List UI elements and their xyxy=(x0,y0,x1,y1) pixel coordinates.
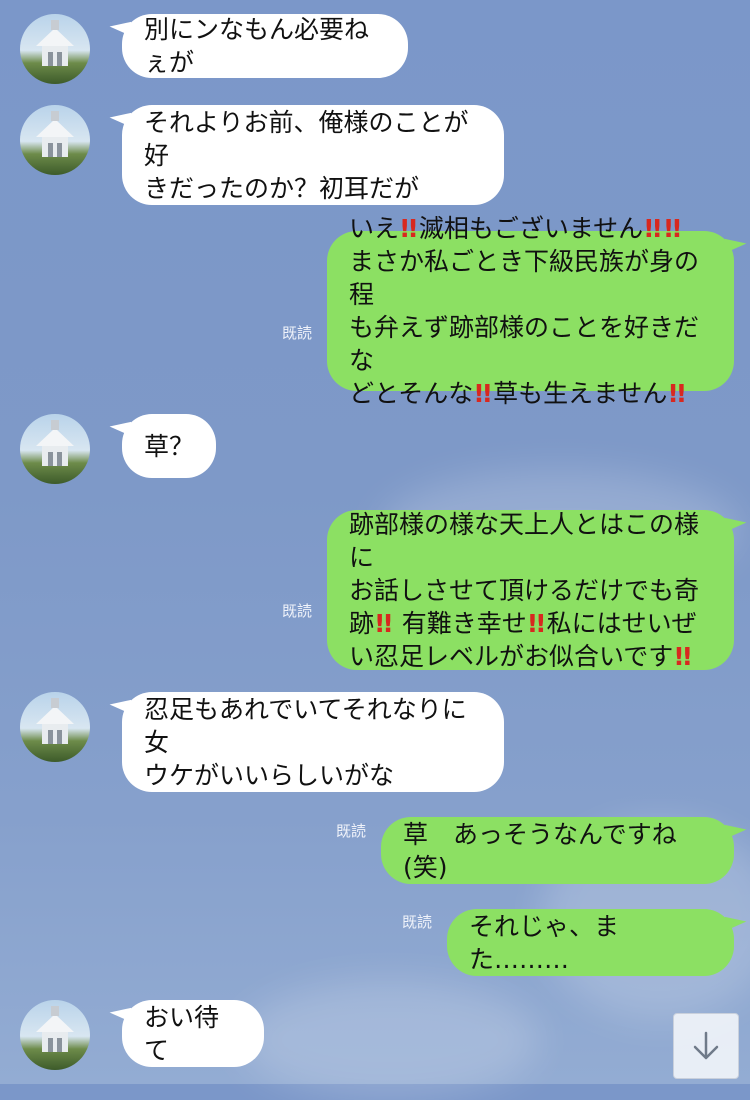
read-receipt: 既読 xyxy=(282,324,313,342)
read-receipt: 既読 xyxy=(282,602,313,620)
incoming-message-bubble[interactable]: おい待て xyxy=(122,1000,264,1067)
avatar[interactable] xyxy=(20,692,90,762)
double-exclamation-icon: !! xyxy=(673,641,693,671)
double-exclamation-icon: !! xyxy=(643,214,663,243)
outgoing-message-bubble[interactable]: 跡部様の様な天上人とはこの様に お話しさせて頂けるだけでも奇 跡!! 有難き幸せ… xyxy=(327,509,734,671)
double-exclamation-icon: !! xyxy=(374,608,394,638)
read-receipt: 既読 xyxy=(402,913,433,931)
message-text: 別にンなもん必要ねぇが xyxy=(144,15,370,77)
outgoing-message-bubble[interactable]: 草 あっそうなんですね(笑) xyxy=(381,817,734,884)
double-exclamation-icon: !! xyxy=(399,214,419,243)
message-text: いえ!! 滅相もございません!!!! まさか私ごとき下級民族が身の程 も弁えず跡部… xyxy=(349,214,700,408)
incoming-message-bubble[interactable]: それよりお前、俺様のことが好 きだったのか？初耳だが xyxy=(122,105,504,205)
avatar[interactable] xyxy=(20,414,90,484)
message-text: それよりお前、俺様のことが好 きだったのか？初耳だが xyxy=(144,107,469,203)
double-exclamation-icon: !! xyxy=(667,379,687,408)
incoming-message-bubble[interactable]: 草？ xyxy=(122,414,216,478)
scroll-to-bottom-button[interactable] xyxy=(673,1013,739,1079)
double-exclamation-icon: !! xyxy=(526,608,547,638)
double-exclamation-icon: !! xyxy=(473,379,493,408)
statue-icon xyxy=(36,420,74,466)
outgoing-message-bubble[interactable]: それじゃ、また……… xyxy=(447,909,734,976)
message-text: 草 あっそうなんですね(笑) xyxy=(403,819,677,882)
incoming-message-bubble[interactable]: 別にンなもん必要ねぇが xyxy=(122,14,408,78)
arrow-down-icon xyxy=(693,1031,719,1060)
message-text: それじゃ、また……… xyxy=(469,911,620,974)
avatar[interactable] xyxy=(20,105,90,175)
message-text: 草？ xyxy=(144,431,195,461)
statue-icon xyxy=(36,698,74,744)
double-exclamation-icon: !! xyxy=(662,214,683,243)
background-cloud xyxy=(240,980,540,1100)
read-receipt: 既読 xyxy=(336,822,367,840)
statue-icon xyxy=(36,1006,74,1052)
statue-icon xyxy=(36,111,74,157)
message-text: おい待て xyxy=(144,1002,220,1065)
statue-icon xyxy=(36,20,74,66)
outgoing-message-bubble[interactable]: いえ!! 滅相もございません!!!! まさか私ごとき下級民族が身の程 も弁えず跡部… xyxy=(327,214,734,408)
avatar[interactable] xyxy=(20,14,90,84)
incoming-message-bubble[interactable]: 忍足もあれでいてそれなりに女 ウケがいいらしいがな xyxy=(122,692,504,792)
message-text: 忍足もあれでいてそれなりに女 ウケがいいらしいがな xyxy=(144,694,467,790)
avatar[interactable] xyxy=(20,1000,90,1070)
message-text: 跡部様の様な天上人とはこの様に お話しさせて頂けるだけでも奇 跡!! 有難き幸せ… xyxy=(349,509,700,671)
